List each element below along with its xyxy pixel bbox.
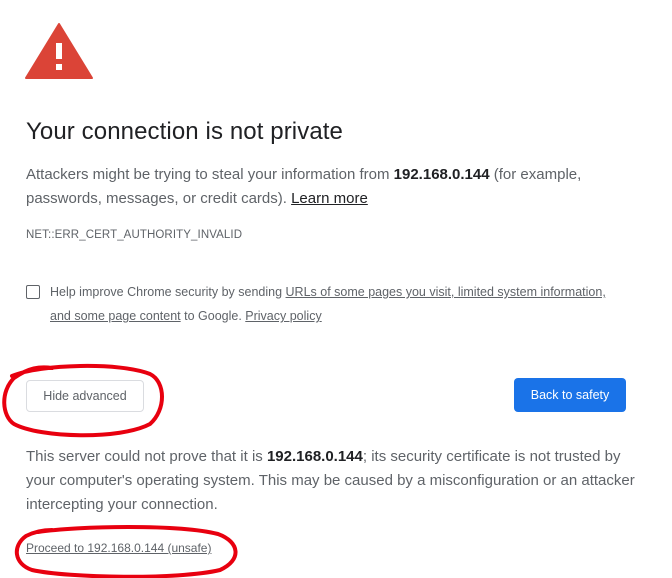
error-code: NET::ERR_CERT_AUTHORITY_INVALID bbox=[26, 229, 243, 241]
details-message: This server could not prove that it is 1… bbox=[26, 445, 636, 517]
learn-more-link[interactable]: Learn more bbox=[291, 190, 368, 207]
warning-triangle-icon bbox=[25, 23, 93, 79]
opt-in-label: Help improve Chrome security by sending … bbox=[50, 280, 610, 328]
main-message-host: 192.168.0.144 bbox=[393, 166, 490, 183]
details-prefix: This server could not prove that it is bbox=[26, 448, 267, 465]
main-message: Attackers might be trying to steal your … bbox=[26, 163, 646, 211]
page-title: Your connection is not private bbox=[26, 118, 343, 145]
details-host: 192.168.0.144 bbox=[266, 448, 363, 465]
opt-in-prefix: Help improve Chrome security by sending bbox=[50, 285, 286, 299]
back-to-safety-button[interactable]: Back to safety bbox=[514, 378, 626, 412]
main-message-prefix: Attackers might be trying to steal your … bbox=[26, 166, 394, 183]
opt-in-checkbox[interactable] bbox=[26, 285, 40, 299]
opt-in-middle: to Google. bbox=[180, 309, 246, 323]
proceed-unsafe-link[interactable]: Proceed to 192.168.0.144 (unsafe) bbox=[26, 541, 211, 555]
interstitial-page: Your connection is not private Attackers… bbox=[0, 0, 672, 578]
hide-advanced-button[interactable]: Hide advanced bbox=[26, 380, 144, 412]
privacy-policy-link[interactable]: Privacy policy bbox=[245, 309, 321, 323]
